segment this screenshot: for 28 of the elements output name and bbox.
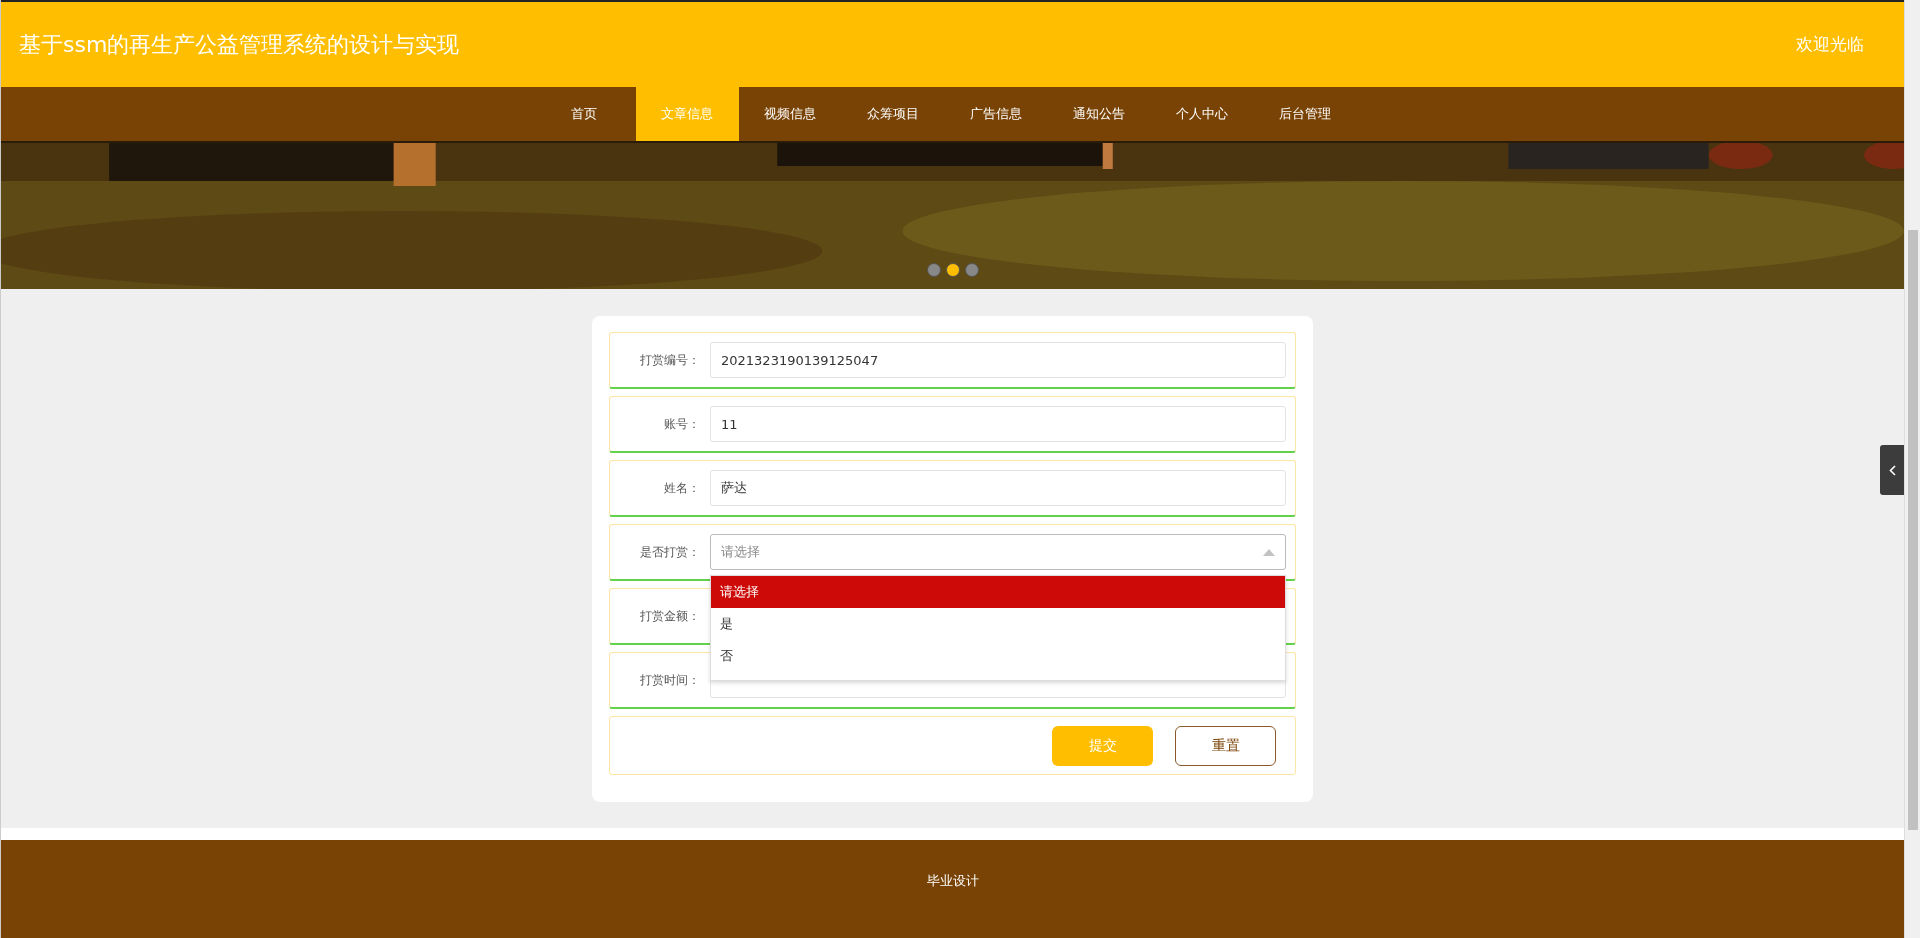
select-field[interactable]: 请选择 xyxy=(710,534,1286,570)
caret-icon xyxy=(1263,548,1275,556)
field-label: 是否打赏： xyxy=(639,543,701,561)
welcome-text: 欢迎光临 xyxy=(1796,33,1864,56)
nav-tab[interactable]: 众筹项目 xyxy=(841,87,945,141)
reset-button[interactable]: 重置 xyxy=(1175,725,1276,766)
field-label: 姓名： xyxy=(663,479,701,497)
nav-tab[interactable]: 个人中心 xyxy=(1150,87,1254,141)
dropdown-option[interactable]: 请选择 xyxy=(711,576,1285,608)
field-label: 打赏编号： xyxy=(639,351,701,369)
nav-tab[interactable]: 视频信息 xyxy=(738,87,842,141)
field-label: 打赏时间： xyxy=(639,671,701,689)
nav-tab[interactable]: 广告信息 xyxy=(944,87,1048,141)
field-label: 账号： xyxy=(663,415,701,433)
nav-tab[interactable]: 通知公告 xyxy=(1047,87,1151,141)
dropdown-option[interactable]: 否 xyxy=(711,640,1285,672)
input-field[interactable]: 2021323190139125047 xyxy=(710,342,1286,378)
field-label: 打赏金额： xyxy=(639,607,701,625)
scrollbar[interactable] xyxy=(1904,0,1920,938)
footer-text: 毕业设计 xyxy=(926,872,979,888)
input-field[interactable]: 萨达 xyxy=(710,470,1286,506)
dropdown-option[interactable]: 是 xyxy=(711,608,1285,640)
side-tab[interactable] xyxy=(1880,445,1904,495)
site-title: 基于ssm的再生产公益管理系统的设计与实现 xyxy=(19,30,460,59)
nav-tab[interactable]: 后台管理 xyxy=(1253,87,1357,141)
input-field[interactable]: 11 xyxy=(710,406,1286,442)
chevron-left-icon xyxy=(1888,464,1896,476)
nav-tab[interactable]: 首页 xyxy=(532,87,636,141)
